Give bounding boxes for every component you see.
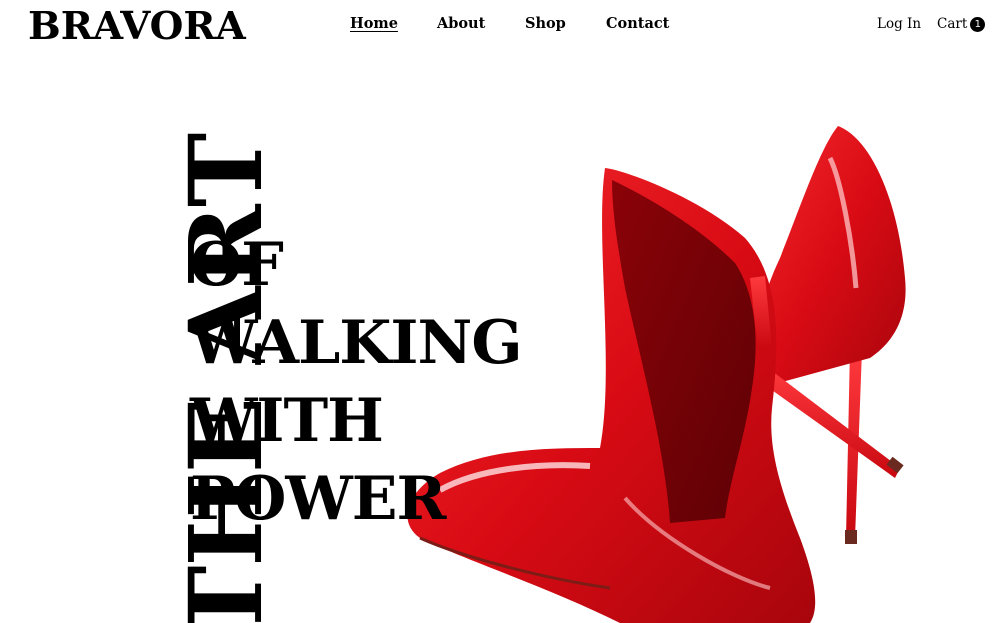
cart-label: Cart: [937, 16, 968, 32]
nav-link-home[interactable]: Home: [350, 14, 398, 34]
main-nav: Home About Shop Contact: [0, 14, 1000, 38]
nav-link-about[interactable]: About: [437, 14, 485, 34]
nav-link-contact[interactable]: Contact: [606, 14, 669, 34]
cart-count-badge: 1: [970, 16, 986, 32]
hero-line-with: WITH: [190, 386, 384, 456]
cart-button[interactable]: Cart 1: [937, 14, 986, 34]
hero-line-power: POWER: [190, 464, 446, 534]
hero-heading: OF WALKING WITH POWER: [190, 226, 523, 538]
back-shoe-strap-heel: [755, 368, 900, 478]
hero-line-walking: WALKING: [190, 308, 523, 378]
login-link[interactable]: Log In: [877, 14, 921, 34]
site-header: BRAVORA Home About Shop Contact Log In C…: [0, 0, 1000, 56]
back-shoe-heel-tip: [845, 530, 857, 544]
hero-line-of: OF: [190, 230, 284, 300]
nav-link-shop[interactable]: Shop: [525, 14, 566, 34]
